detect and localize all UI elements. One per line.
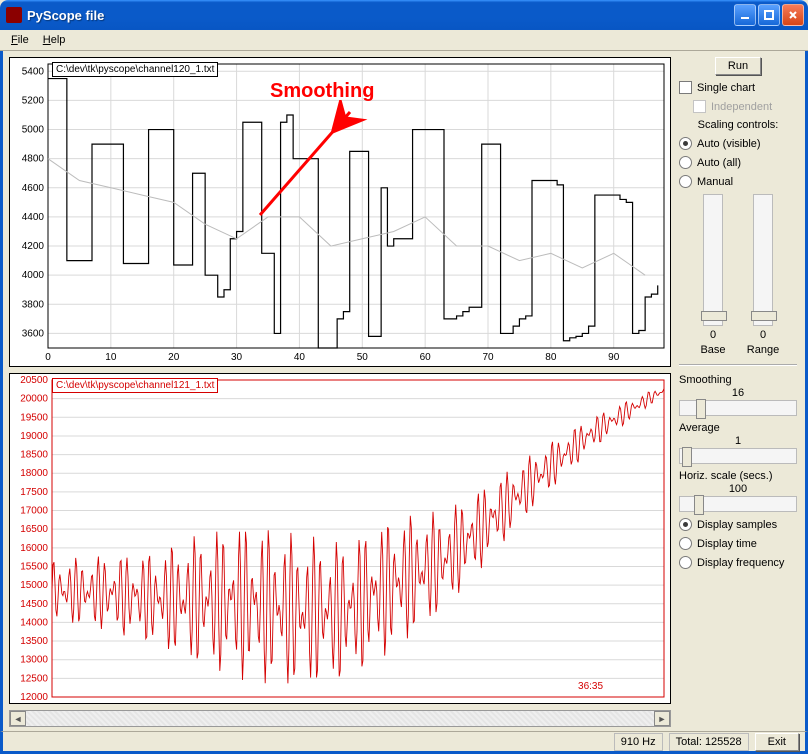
manual-label: Manual — [697, 176, 733, 188]
display-frequency-radio[interactable] — [679, 556, 692, 569]
svg-text:12500: 12500 — [20, 673, 48, 684]
close-button[interactable] — [782, 4, 804, 26]
svg-text:20: 20 — [168, 352, 180, 363]
smoothing-label: Smoothing — [679, 374, 797, 386]
svg-text:16500: 16500 — [20, 524, 48, 535]
auto-all-label: Auto (all) — [697, 157, 741, 169]
svg-text:5400: 5400 — [22, 66, 45, 77]
svg-text:90: 90 — [608, 352, 620, 363]
svg-text:13000: 13000 — [20, 655, 48, 666]
range-label: Range — [747, 344, 779, 356]
svg-text:13500: 13500 — [20, 636, 48, 647]
svg-text:19500: 19500 — [20, 412, 48, 423]
auto-all-radio[interactable] — [679, 156, 692, 169]
svg-text:15500: 15500 — [20, 561, 48, 572]
svg-text:15000: 15000 — [20, 580, 48, 591]
titlebar: PyScope file — [0, 0, 808, 30]
range-value: 0 — [744, 329, 782, 341]
chart-top: C:\dev\tk\pyscope\channel120_1.txt Smoot… — [9, 57, 671, 367]
sidebar: Run Single chart Independent Scaling con… — [675, 51, 805, 731]
independent-label: Independent — [711, 101, 772, 113]
svg-text:60: 60 — [420, 352, 432, 363]
svg-text:20500: 20500 — [20, 375, 48, 386]
svg-text:17500: 17500 — [20, 487, 48, 498]
svg-text:14500: 14500 — [20, 599, 48, 610]
chart-bottom-plot: 20500 20000 19500 19000 18500 18000 17500 17000… — [10, 374, 670, 703]
chart-top-filepath: C:\dev\tk\pyscope\channel120_1.txt — [52, 62, 218, 77]
single-chart-checkbox[interactable] — [679, 81, 692, 94]
window-title: PyScope file — [27, 8, 734, 23]
maximize-button[interactable] — [758, 4, 780, 26]
svg-text:20000: 20000 — [20, 394, 48, 405]
horiz-scale-slider[interactable] — [679, 496, 797, 512]
manual-radio[interactable] — [679, 175, 692, 188]
display-samples-label: Display samples — [697, 519, 777, 531]
svg-text:50: 50 — [357, 352, 369, 363]
scaling-title: Scaling controls: — [679, 119, 797, 131]
svg-text:4800: 4800 — [22, 154, 45, 165]
horiz-scale-label: Horiz. scale (secs.) — [679, 470, 797, 482]
average-value: 1 — [679, 435, 797, 447]
svg-text:18000: 18000 — [20, 468, 48, 479]
display-samples-radio[interactable] — [679, 518, 692, 531]
svg-text:40: 40 — [294, 352, 306, 363]
average-label: Average — [679, 422, 797, 434]
svg-text:17000: 17000 — [20, 506, 48, 517]
minimize-button[interactable] — [734, 4, 756, 26]
run-button[interactable]: Run — [715, 57, 761, 75]
statusbar: 910 Hz Total: 125528 Exit — [0, 731, 808, 754]
app-icon — [6, 7, 22, 23]
horiz-scale-value: 100 — [679, 483, 797, 495]
scroll-track[interactable] — [26, 711, 654, 726]
svg-text:5200: 5200 — [22, 95, 45, 106]
base-value: 0 — [694, 329, 732, 341]
range-slider[interactable] — [753, 194, 773, 326]
exit-button[interactable]: Exit — [755, 733, 799, 751]
svg-text:70: 70 — [482, 352, 494, 363]
svg-text:0: 0 — [45, 352, 51, 363]
svg-text:3800: 3800 — [22, 299, 45, 310]
horizontal-scrollbar[interactable]: ◄ ► — [9, 710, 671, 727]
svg-text:36:35: 36:35 — [578, 681, 603, 692]
menu-file[interactable]: File — [4, 32, 36, 48]
svg-text:3600: 3600 — [22, 328, 45, 339]
chart-bottom: C:\dev\tk\pyscope\channel121_1.txt 20500… — [9, 373, 671, 704]
scroll-right-button[interactable]: ► — [654, 711, 670, 726]
svg-text:5000: 5000 — [22, 125, 45, 136]
svg-text:4000: 4000 — [22, 270, 45, 281]
annotation-arrow-icon — [240, 100, 390, 270]
svg-text:30: 30 — [231, 352, 243, 363]
auto-visible-radio[interactable] — [679, 137, 692, 150]
svg-text:10: 10 — [105, 352, 117, 363]
display-time-radio[interactable] — [679, 537, 692, 550]
svg-text:4600: 4600 — [22, 183, 45, 194]
base-label: Base — [700, 344, 725, 356]
independent-checkbox — [693, 100, 706, 113]
svg-text:80: 80 — [545, 352, 557, 363]
average-slider[interactable] — [679, 448, 797, 464]
scroll-left-button[interactable]: ◄ — [10, 711, 26, 726]
svg-text:19000: 19000 — [20, 431, 48, 442]
svg-text:14000: 14000 — [20, 617, 48, 628]
svg-text:12000: 12000 — [20, 692, 48, 703]
smoothing-value: 16 — [679, 387, 797, 399]
base-slider[interactable] — [703, 194, 723, 326]
menubar: File Help — [0, 30, 808, 51]
display-frequency-label: Display frequency — [697, 557, 784, 569]
single-chart-label: Single chart — [697, 82, 755, 94]
svg-text:4400: 4400 — [22, 212, 45, 223]
display-time-label: Display time — [697, 538, 757, 550]
chart-bottom-filepath: C:\dev\tk\pyscope\channel121_1.txt — [52, 378, 218, 393]
svg-text:16000: 16000 — [20, 543, 48, 554]
svg-text:18500: 18500 — [20, 450, 48, 461]
svg-text:4200: 4200 — [22, 241, 45, 252]
smoothing-slider[interactable] — [679, 400, 797, 416]
status-hz: 910 Hz — [614, 733, 663, 751]
status-total: Total: 125528 — [669, 733, 749, 751]
menu-help[interactable]: Help — [36, 32, 73, 48]
auto-visible-label: Auto (visible) — [697, 138, 761, 150]
